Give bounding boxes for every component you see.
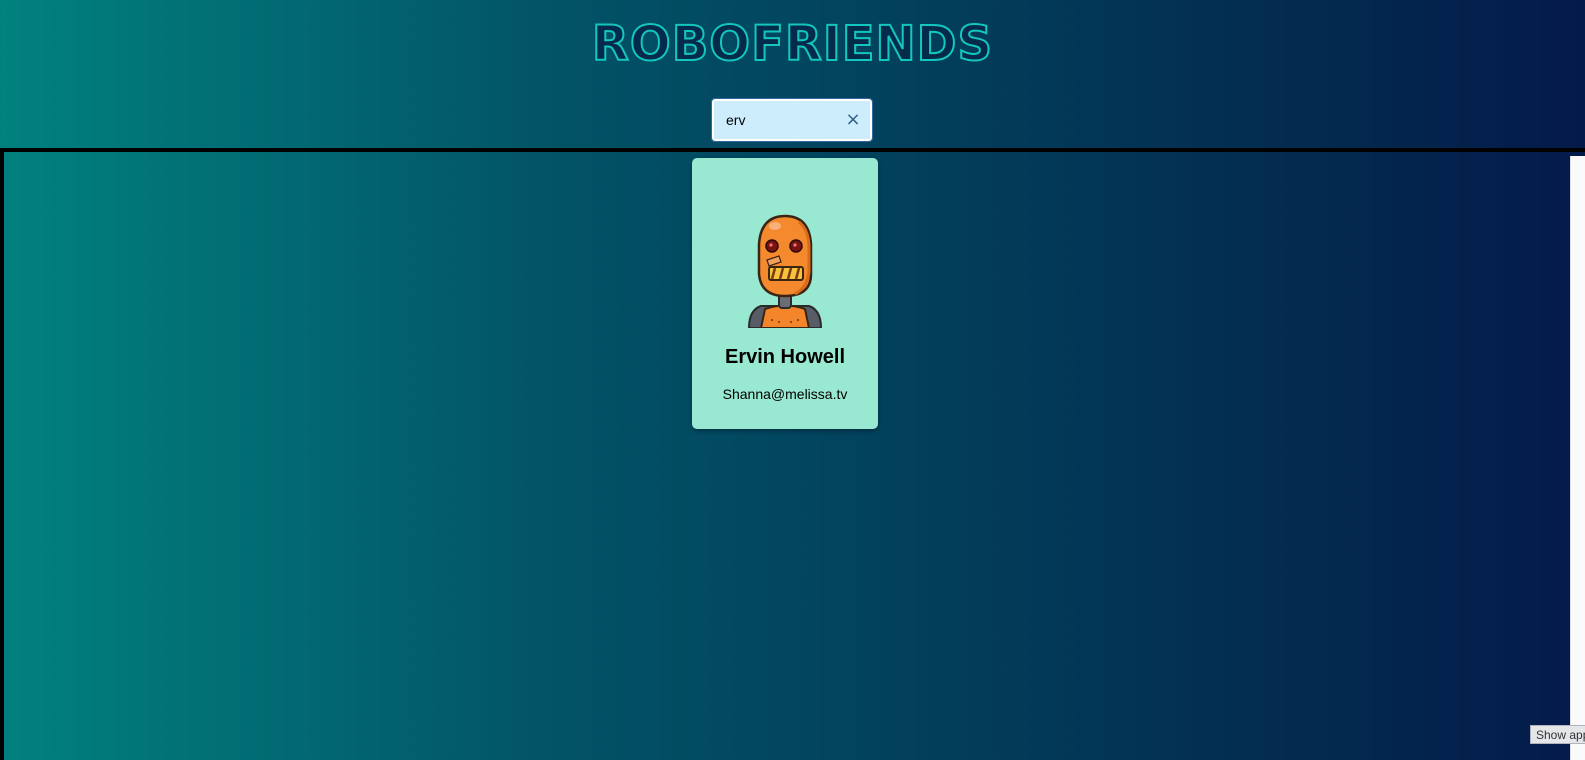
- robot-email: Shanna@melissa.tv: [722, 386, 848, 402]
- robot-name: Ervin Howell: [724, 346, 846, 368]
- robot-card: Ervin Howell Shanna@melissa.tv: [692, 158, 878, 429]
- search-box[interactable]: ×: [711, 98, 873, 142]
- app-title-text: ROBOFRIENDS: [591, 15, 994, 73]
- page-title: ROBOFRIENDS: [0, 12, 1585, 76]
- show-apps-button[interactable]: Show app: [1530, 725, 1585, 744]
- robot-avatar-icon: [747, 214, 823, 328]
- clear-search-button[interactable]: ×: [844, 110, 862, 130]
- vertical-scrollbar[interactable]: [1570, 156, 1585, 760]
- app-header: ROBOFRIENDS ×: [0, 0, 1585, 148]
- search-input[interactable]: [726, 109, 836, 131]
